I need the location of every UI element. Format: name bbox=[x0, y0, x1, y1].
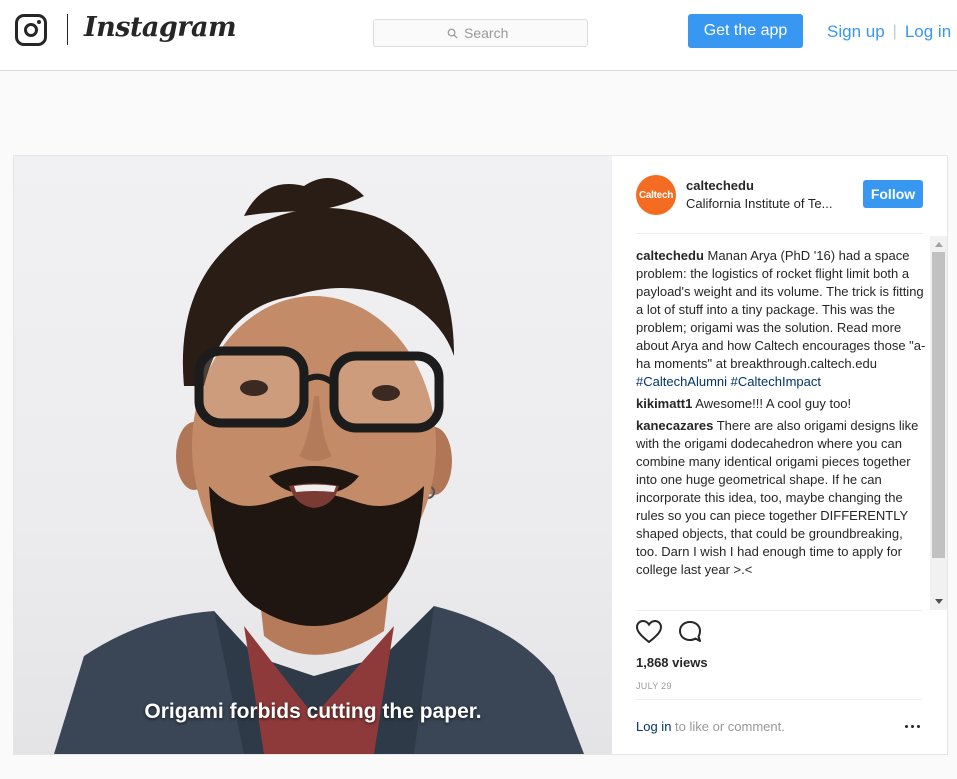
comment-text: Manan Arya (PhD '16) had a space problem… bbox=[636, 248, 926, 371]
search-icon bbox=[447, 28, 458, 39]
comment-icon[interactable] bbox=[678, 620, 704, 644]
heart-icon[interactable] bbox=[636, 620, 662, 644]
instagram-camera-icon[interactable] bbox=[15, 14, 47, 46]
view-count: 1,868 views bbox=[636, 655, 708, 670]
post-actions bbox=[636, 620, 704, 648]
comment: caltechedu Manan Arya (PhD '16) had a sp… bbox=[636, 247, 926, 391]
more-options-icon[interactable] bbox=[905, 721, 925, 731]
search-input[interactable] bbox=[464, 25, 514, 41]
comment-text: Awesome!!! A cool guy too! bbox=[695, 396, 852, 411]
avatar[interactable]: Caltech bbox=[636, 175, 676, 215]
divider bbox=[636, 233, 923, 234]
comment-username[interactable]: kanecazares bbox=[636, 418, 713, 433]
post-video[interactable]: Origami forbids cutting the paper. bbox=[14, 156, 612, 754]
video-frame-illustration bbox=[54, 178, 584, 754]
login-prompt: Log in to like or comment. bbox=[636, 719, 785, 734]
auth-links: Sign up | Log in bbox=[827, 22, 951, 42]
video-subtitle: Origami forbids cutting the paper. bbox=[144, 700, 482, 723]
login-to-comment-link[interactable]: Log in bbox=[636, 719, 671, 734]
post-location[interactable]: California Institute of Te... bbox=[686, 196, 851, 211]
divider bbox=[636, 699, 923, 700]
comment: kikimatt1 Awesome!!! A cool guy too! bbox=[636, 395, 926, 413]
scrollbar-thumb[interactable] bbox=[932, 252, 945, 558]
comment-username[interactable]: kikimatt1 bbox=[636, 396, 692, 411]
instagram-wordmark[interactable]: Instagram bbox=[84, 12, 237, 43]
comments-scrollbar[interactable] bbox=[930, 236, 947, 610]
login-prompt-text: to like or comment. bbox=[671, 719, 785, 734]
post: Origami forbids cutting the paper. Calte… bbox=[13, 155, 948, 755]
search-box[interactable] bbox=[373, 19, 588, 47]
comment: kanecazares There are also origami desig… bbox=[636, 417, 926, 579]
post-date[interactable]: JULY 29 bbox=[636, 681, 672, 691]
sign-up-link[interactable]: Sign up bbox=[827, 22, 885, 42]
post-sidebar: Caltech caltechedu California Institute … bbox=[612, 156, 947, 754]
comment-username[interactable]: caltechedu bbox=[636, 248, 704, 263]
scroll-up-arrow-icon[interactable] bbox=[935, 242, 943, 247]
comment-hashtags[interactable]: #CaltechAlumni #CaltechImpact bbox=[636, 374, 821, 389]
post-username[interactable]: caltechedu bbox=[686, 178, 754, 193]
nav-divider bbox=[67, 14, 68, 45]
comment-text: There are also origami designs like with… bbox=[636, 418, 919, 577]
top-nav: Instagram Get the app Sign up | Log in bbox=[0, 0, 957, 71]
post-header: Caltech caltechedu California Institute … bbox=[612, 156, 947, 234]
log-in-link[interactable]: Log in bbox=[905, 22, 951, 42]
scroll-down-arrow-icon[interactable] bbox=[935, 599, 943, 604]
divider bbox=[636, 610, 923, 611]
get-the-app-button[interactable]: Get the app bbox=[688, 14, 803, 48]
follow-button[interactable]: Follow bbox=[863, 180, 923, 208]
auth-separator: | bbox=[892, 23, 897, 40]
comments-list[interactable]: caltechedu Manan Arya (PhD '16) had a sp… bbox=[636, 247, 926, 609]
